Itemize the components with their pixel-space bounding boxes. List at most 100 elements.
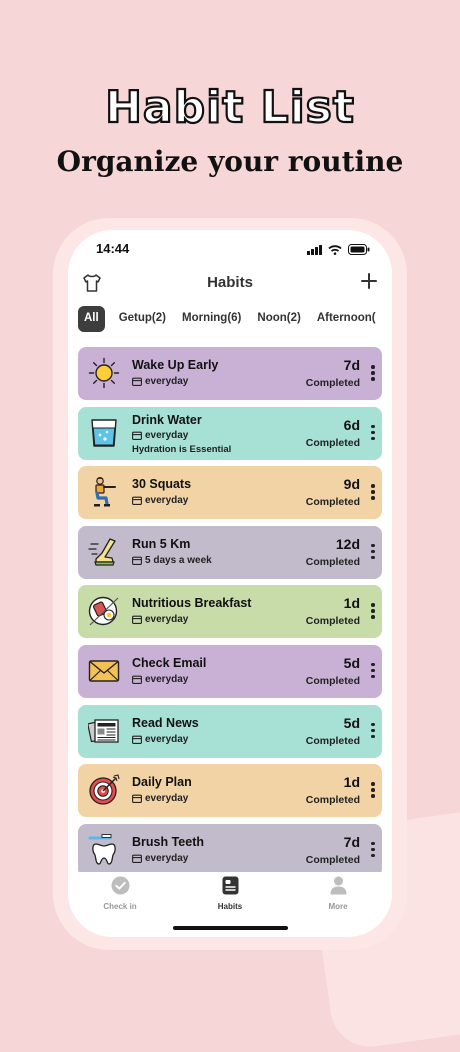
habit-card[interactable]: Run 5 Km 5 days a week 12d Completed [78,525,382,579]
streak-days: 1d [343,774,360,791]
calendar-icon [132,854,142,863]
habit-frequency: everyday [132,734,188,745]
calendar-icon [132,675,142,684]
streak-days: 12d [335,535,360,552]
tab-noon[interactable]: Noon(2) [249,306,308,332]
plus-icon[interactable] [360,272,378,295]
target-icon [89,774,120,805]
status-label: Completed [305,496,360,509]
status-label: Completed [305,615,360,628]
habit-name: Nutritious Breakfast [132,596,252,611]
habit-name: Check Email [132,655,207,670]
status-label: Completed [305,853,360,866]
streak-days: 5d [343,714,360,731]
more-options-icon[interactable] [371,543,375,562]
home-indicator [173,926,288,930]
status-label: Completed [305,674,360,687]
tab-morning[interactable]: Morning(6) [174,306,249,332]
habit-name: Brush Teeth [132,834,204,849]
more-options-icon[interactable] [371,484,375,502]
status-time: 14:44 [96,241,130,256]
tab-check-in-label: Check in [103,902,137,911]
habit-name: Wake Up Early [132,358,219,372]
tab-habits[interactable]: Habits [190,876,270,911]
phone-screen: 14:44 Habits All Getup(2) Morning(6) Noo… [68,230,392,937]
habit-card[interactable]: Nutritious Breakfast everyday 1d Complet… [78,585,382,639]
habits-card-icon [222,876,238,895]
tab-more-label: More [328,902,348,911]
habit-frequency: everyday [132,495,188,506]
calendar-icon [132,556,142,565]
frequency-text: everyday [145,673,189,685]
habit-name: 30 Squats [132,477,192,492]
more-options-icon[interactable] [371,365,375,383]
more-options-icon[interactable] [371,782,375,800]
habit-card[interactable]: Daily Plan everyday 1d Completed [78,764,382,818]
tab-afternoon[interactable]: Afternoon( [309,306,384,332]
calendar-icon [132,496,142,506]
streak-days: 9d [343,476,360,493]
frequency-text: everyday [145,614,189,626]
tab-more[interactable]: More [298,876,378,911]
more-options-icon[interactable] [371,722,375,741]
habit-card[interactable]: Brush Teeth everyday 7d Completed [78,823,382,877]
more-options-icon[interactable] [371,603,375,621]
frequency-text: everyday [145,429,189,441]
habit-card[interactable]: Wake Up Early everyday 7d Completed [78,347,382,400]
calendar-icon [132,794,142,804]
page-title: Habits [207,274,253,291]
more-options-icon[interactable] [371,424,375,443]
habit-card[interactable]: 30 Squats everyday 9d Completed [78,466,382,520]
calendar-icon [132,377,142,386]
habit-card[interactable]: Drink Water everyday Hydration is Essent… [78,406,382,460]
habit-frequency: everyday [132,376,188,387]
status-label: Completed [305,555,360,568]
tab-all[interactable]: All [78,306,105,332]
habit-card[interactable]: Read News everyday 5d Completed [78,704,382,758]
sun-icon [88,357,120,389]
newspaper-icon [88,718,119,743]
habit-frequency: everyday [132,430,188,441]
signal-icon [307,244,322,255]
habit-frequency: everyday [132,793,188,804]
habit-frequency: everyday [132,853,188,864]
tab-check-in[interactable]: Check in [80,876,160,911]
tab-getup[interactable]: Getup(2) [111,306,174,332]
streak-days: 7d [343,833,360,850]
status-label: Completed [305,436,360,449]
calendar-icon [132,735,142,744]
habit-frequency: everyday [132,674,188,685]
habit-name: Drink Water [132,412,202,427]
status-bar: 14:44 [68,240,392,262]
status-label: Completed [305,794,360,807]
breakfast-plate-icon [88,597,119,626]
habit-name: Run 5 Km [132,536,191,551]
calendar-icon [132,616,142,625]
streak-days: 1d [343,595,360,612]
wifi-icon [328,244,342,255]
app-header: Habits [68,270,392,298]
status-label: Completed [305,377,360,389]
frequency-text: everyday [145,733,189,745]
more-options-icon[interactable] [371,841,375,860]
bottom-tab-bar: Check in Habits More [68,872,392,914]
battery-icon [348,244,370,255]
habit-list: Wake Up Early everyday 7d Completed Drin… [78,347,382,883]
tab-habits-label: Habits [217,902,243,911]
frequency-text: everyday [145,793,189,805]
streak-days: 5d [343,654,360,671]
person-icon [330,876,346,895]
more-options-icon[interactable] [371,662,375,681]
frequency-text: 5 days a week [145,554,212,566]
streak-days: 6d [343,416,360,433]
calendar-icon [132,431,142,440]
habit-frequency: everyday [132,614,188,625]
promo-headline: Habit List [104,81,355,134]
status-label: Completed [305,734,360,747]
frequency-text: everyday [145,376,189,387]
squat-person-icon [94,477,116,507]
habit-note: Hydration is Essential [132,443,232,455]
tooth-brush-icon [88,833,116,865]
habit-name: Daily Plan [132,775,192,790]
habit-card[interactable]: Check Email everyday 5d Completed [78,644,382,698]
